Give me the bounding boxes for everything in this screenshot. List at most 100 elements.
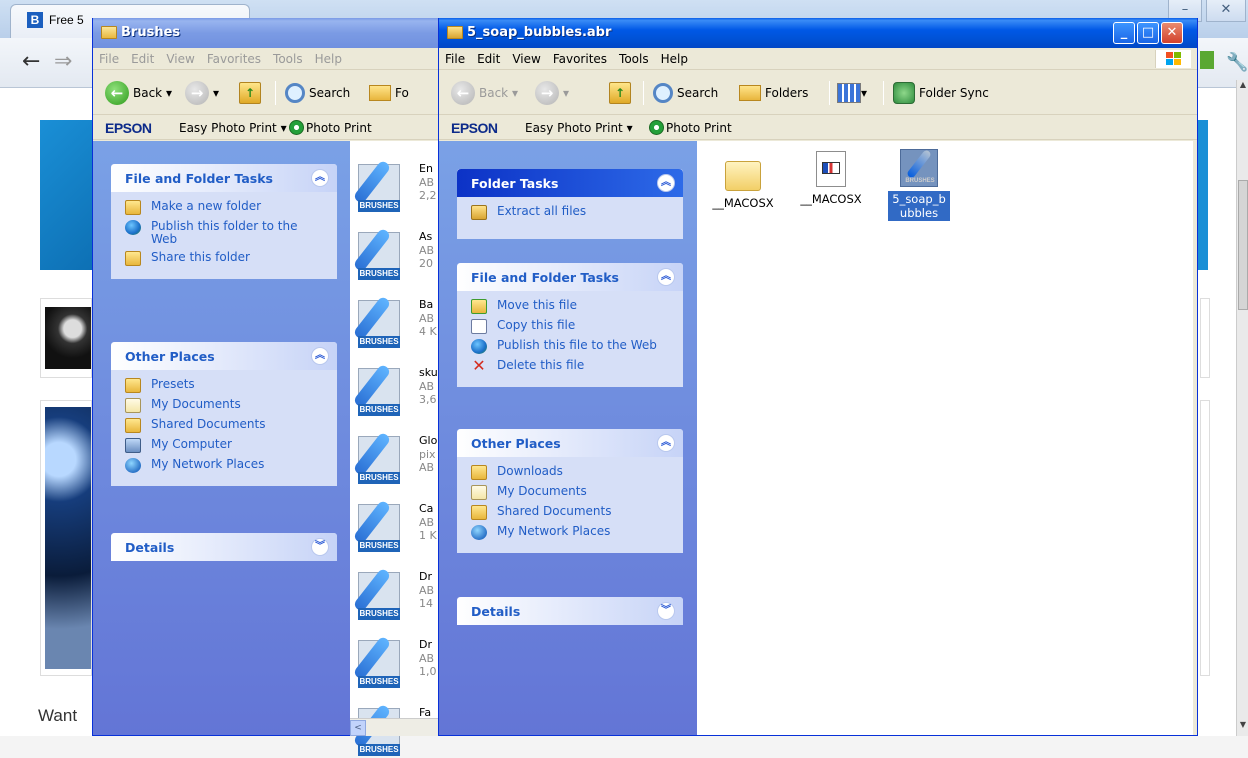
- brushes-horizontal-scrollbar[interactable]: <: [350, 718, 438, 736]
- brush-file-icon[interactable]: BRUSHES: [352, 226, 404, 282]
- menu-view[interactable]: View: [160, 48, 200, 66]
- place-downloads-link[interactable]: Downloads: [471, 465, 683, 480]
- views-button[interactable]: ▾: [837, 79, 867, 107]
- panel-header[interactable]: Details ︾: [111, 533, 337, 561]
- forward-button[interactable]: → ▾: [535, 79, 569, 107]
- forward-button[interactable]: → ▾: [185, 79, 219, 107]
- brush-file-name[interactable]: Dr: [419, 570, 432, 583]
- expand-chevron-icon[interactable]: ︾: [657, 602, 675, 620]
- brush-file-name[interactable]: En: [419, 162, 433, 175]
- minimize-button[interactable]: _: [1113, 22, 1135, 44]
- place-presets-link[interactable]: Presets: [125, 378, 337, 393]
- scroll-left-icon[interactable]: <: [350, 720, 366, 736]
- page-thumbnail-portrait[interactable]: [40, 298, 92, 378]
- easy-photo-print-button[interactable]: Easy Photo Print ▾: [525, 121, 633, 135]
- search-button[interactable]: Search: [653, 79, 718, 107]
- place-my-documents-link[interactable]: My Documents: [471, 485, 683, 500]
- menu-edit[interactable]: Edit: [471, 48, 506, 66]
- brush-file-name[interactable]: Glo: [419, 434, 437, 447]
- browser-close-button[interactable]: ✕: [1206, 0, 1246, 22]
- publish-file-link[interactable]: Publish this file to the Web: [471, 339, 683, 354]
- panel-header[interactable]: File and Folder Tasks ︽: [111, 164, 337, 192]
- menu-favorites[interactable]: Favorites: [547, 48, 613, 66]
- photo-print-button[interactable]: Photo Print: [306, 121, 372, 135]
- menu-file[interactable]: File: [439, 48, 471, 66]
- panel-header[interactable]: Folder Tasks ︽: [457, 169, 683, 197]
- place-network-link[interactable]: My Network Places: [471, 525, 683, 540]
- place-shared-documents-link[interactable]: Shared Documents: [471, 505, 683, 520]
- place-my-documents-link[interactable]: My Documents: [125, 398, 337, 413]
- file-item-macosx-document[interactable]: __MACOSX: [795, 151, 867, 207]
- brush-file-name[interactable]: As: [419, 230, 432, 243]
- collapse-chevron-icon[interactable]: ︽: [657, 434, 675, 452]
- brush-file-icon[interactable]: BRUSHES: [352, 430, 404, 486]
- maximize-button[interactable]: □: [1137, 22, 1159, 44]
- search-button[interactable]: Search: [285, 79, 350, 107]
- brush-file-icon[interactable]: BRUSHES: [352, 566, 404, 622]
- menu-help[interactable]: Help: [309, 48, 348, 66]
- browser-back-icon[interactable]: ←: [22, 49, 40, 74]
- extension-icon[interactable]: [1200, 51, 1214, 69]
- collapse-chevron-icon[interactable]: ︽: [657, 268, 675, 286]
- brush-file-icon[interactable]: BRUSHES: [352, 294, 404, 350]
- file-item-soap-bubbles[interactable]: BRUSHES 5_soap_bubbles: [883, 148, 955, 221]
- photo-print-button[interactable]: Photo Print: [666, 121, 732, 135]
- browser-forward-icon[interactable]: ⇒: [54, 49, 72, 74]
- extract-all-files-link[interactable]: Extract all files: [471, 205, 683, 220]
- scroll-up-icon[interactable]: ▲: [1237, 80, 1248, 94]
- folder-sync-button[interactable]: Folder Sync: [893, 79, 989, 107]
- brush-file-name[interactable]: Ca: [419, 502, 433, 515]
- expand-chevron-icon[interactable]: ︾: [311, 538, 329, 556]
- back-button[interactable]: ← Back ▾: [451, 79, 518, 107]
- bubbles-image: [45, 407, 91, 669]
- publish-folder-link[interactable]: Publish this folder to the Web: [125, 220, 337, 246]
- menu-help[interactable]: Help: [655, 48, 694, 66]
- close-button[interactable]: ✕: [1161, 22, 1183, 44]
- file-item-macosx-folder[interactable]: __MACOSX: [707, 155, 779, 211]
- menu-edit[interactable]: Edit: [125, 48, 160, 66]
- place-shared-documents-link[interactable]: Shared Documents: [125, 418, 337, 433]
- scroll-thumb[interactable]: [1238, 180, 1248, 310]
- menu-favorites[interactable]: Favorites: [201, 48, 267, 66]
- brush-file-name[interactable]: Dr: [419, 638, 432, 651]
- collapse-chevron-icon[interactable]: ︽: [657, 174, 675, 192]
- back-button[interactable]: ← Back ▾: [105, 79, 172, 107]
- collapse-chevron-icon[interactable]: ︽: [311, 347, 329, 365]
- share-folder-link[interactable]: Share this folder: [125, 251, 337, 266]
- make-new-folder-link[interactable]: Make a new folder: [125, 200, 337, 215]
- copy-file-link[interactable]: Copy this file: [471, 319, 683, 334]
- brush-file-icon[interactable]: BRUSHES: [352, 498, 404, 554]
- page-thumbnail-bubbles[interactable]: [40, 400, 92, 676]
- panel-header[interactable]: Other Places ︽: [457, 429, 683, 457]
- panel-header[interactable]: Details ︾: [457, 597, 683, 625]
- soap-bubbles-window[interactable]: 5_soap_bubbles.abr _ □ ✕ File Edit View Fav…: [438, 18, 1198, 736]
- menu-tools[interactable]: Tools: [267, 48, 309, 66]
- up-folder-button[interactable]: ↑: [609, 79, 631, 107]
- folders-button[interactable]: Folders: [739, 79, 808, 107]
- folders-button[interactable]: Fo: [369, 79, 409, 107]
- brush-file-icon[interactable]: BRUSHES: [352, 362, 404, 418]
- panel-header[interactable]: File and Folder Tasks ︽: [457, 263, 683, 291]
- brush-file-name[interactable]: Ba: [419, 298, 433, 311]
- wrench-icon[interactable]: 🔧: [1226, 52, 1248, 73]
- file-view-pane[interactable]: __MACOSX __MACOSX BRUSHES 5_soap_bubbles: [697, 141, 1193, 735]
- menu-tools[interactable]: Tools: [613, 48, 655, 66]
- zip-folder-icon: [447, 26, 463, 39]
- delete-file-link[interactable]: ✕ Delete this file: [471, 358, 683, 374]
- brush-file-name[interactable]: sku: [419, 366, 438, 379]
- panel-header[interactable]: Other Places ︽: [111, 342, 337, 370]
- place-network-link[interactable]: My Network Places: [125, 458, 337, 473]
- brushes-titlebar[interactable]: Brushes: [93, 18, 451, 48]
- soap-titlebar[interactable]: 5_soap_bubbles.abr _ □ ✕: [439, 18, 1197, 48]
- collapse-chevron-icon[interactable]: ︽: [311, 169, 329, 187]
- easy-photo-print-button[interactable]: Easy Photo Print ▾: [179, 121, 287, 135]
- up-folder-button[interactable]: ↑: [239, 79, 261, 107]
- menu-view[interactable]: View: [506, 48, 546, 66]
- brush-file-icon[interactable]: BRUSHES: [352, 634, 404, 690]
- scroll-down-icon[interactable]: ▼: [1237, 720, 1248, 734]
- brush-file-icon[interactable]: BRUSHES: [352, 158, 404, 214]
- menu-file[interactable]: File: [93, 48, 125, 66]
- move-file-link[interactable]: Move this file: [471, 299, 683, 314]
- place-my-computer-link[interactable]: My Computer: [125, 438, 337, 453]
- browser-vertical-scrollbar[interactable]: ▲ ▼: [1236, 80, 1248, 736]
